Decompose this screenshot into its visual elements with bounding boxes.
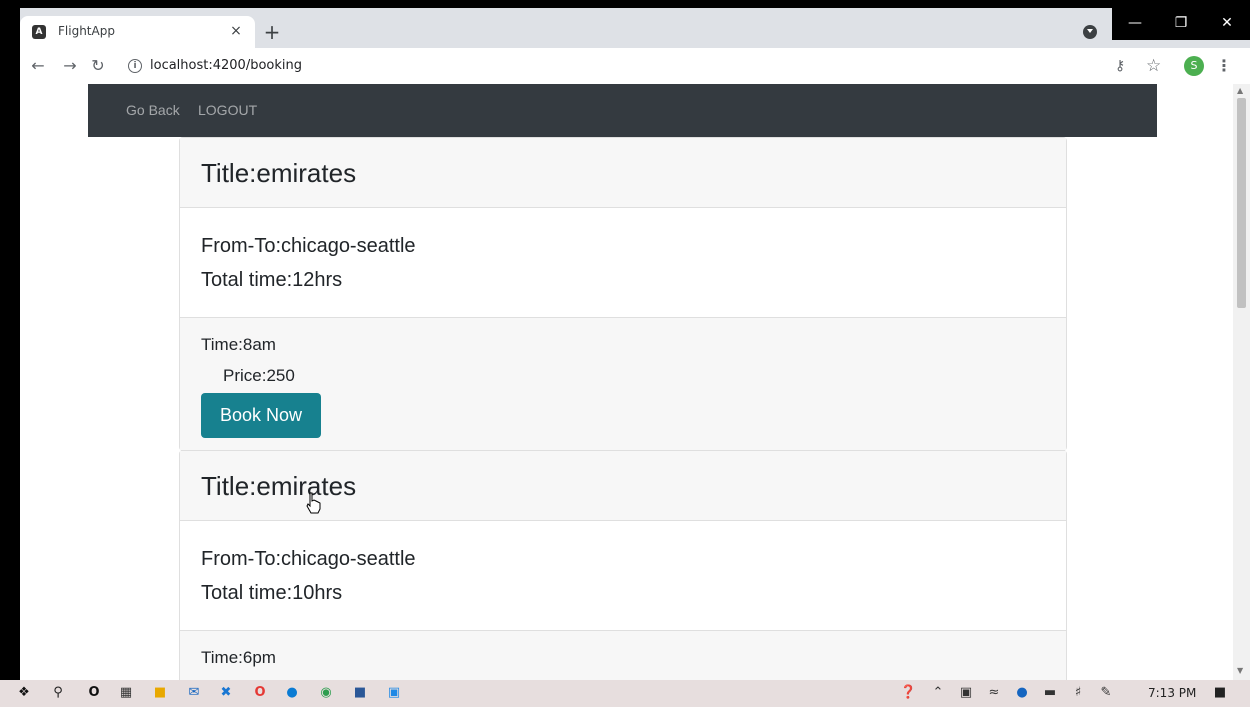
card-body: From-To:chicago-seattle Total time:10hrs	[180, 521, 1066, 631]
task-view-icon[interactable]: ▦	[118, 685, 134, 701]
back-arrow-icon[interactable]: ←	[26, 54, 50, 78]
window-controls: — ❐ ✕	[1112, 8, 1250, 40]
scroll-up-arrow-icon[interactable]: ▲	[1237, 86, 1243, 95]
app-icon[interactable]: ▣	[386, 685, 402, 701]
pen-icon[interactable]: ✎	[1098, 685, 1114, 701]
minimize-button[interactable]: —	[1112, 8, 1158, 40]
tab-strip: A FlightApp × + — ❐ ✕	[20, 8, 1250, 48]
teams-icon[interactable]: ▣	[958, 685, 974, 701]
flight-title: Title:emirates	[201, 471, 357, 501]
info-icon[interactable]: i	[128, 59, 142, 73]
angular-icon: A	[32, 25, 46, 39]
browser-window: A FlightApp × + — ❐ ✕ ← → ↻ i localhost:…	[20, 8, 1250, 680]
notifications-icon[interactable]: ■	[1212, 685, 1228, 701]
flight-title: Title:emirates	[201, 158, 357, 188]
page-scrollbar[interactable]: ▲ ▼	[1233, 84, 1250, 680]
forward-arrow-icon[interactable]: →	[58, 54, 82, 78]
file-explorer-icon[interactable]: ■	[152, 685, 168, 701]
flight-card: Title:emirates From-To:chicago-seattle T…	[179, 137, 1067, 451]
flight-card: Title:emirates From-To:chicago-seattle T…	[179, 450, 1067, 680]
taskbar-clock[interactable]: 7:13 PM	[1148, 686, 1196, 700]
card-footer: Time:6pm	[180, 631, 1066, 680]
search-icon[interactable]: ⚲	[50, 685, 66, 701]
new-tab-button[interactable]: +	[260, 21, 284, 45]
windows-start-icon[interactable]: ❖	[16, 685, 32, 701]
volume-muted-icon[interactable]: ♯	[1070, 685, 1086, 701]
flight-time: Time:6pm	[201, 648, 276, 667]
flight-time: Time:8am	[201, 335, 276, 354]
url-text[interactable]: localhost:4200/booking	[150, 58, 302, 73]
book-now-button[interactable]: Book Now	[201, 393, 321, 438]
tray-chevron-up-icon[interactable]: ⌃	[930, 685, 946, 701]
tab-title: FlightApp	[58, 24, 115, 38]
battery-icon[interactable]: ▬	[1042, 685, 1058, 701]
scroll-down-arrow-icon[interactable]: ▼	[1237, 666, 1243, 675]
close-tab-icon[interactable]: ×	[226, 21, 246, 41]
hand-cursor-icon	[306, 492, 321, 514]
mail-icon[interactable]: ✉	[186, 685, 202, 701]
logout-link[interactable]: LOGOUT	[198, 102, 257, 118]
edge-icon[interactable]: ●	[284, 685, 300, 701]
close-window-button[interactable]: ✕	[1204, 8, 1250, 40]
reload-icon[interactable]: ↻	[86, 54, 110, 78]
opera-icon[interactable]: O	[252, 685, 268, 701]
help-icon[interactable]: ❓	[900, 685, 916, 701]
page-viewport: Go Back LOGOUT Title:emirates From-To:ch…	[20, 84, 1233, 680]
flight-total-time: Total time:12hrs	[201, 269, 343, 291]
bookmark-star-icon[interactable]: ☆	[1146, 56, 1161, 76]
flight-total-time: Total time:10hrs	[201, 582, 343, 604]
vscode-icon[interactable]: ✖	[218, 685, 234, 701]
more-menu-icon[interactable]: ⋮	[1216, 56, 1232, 75]
key-icon[interactable]: ⚷	[1115, 58, 1125, 74]
browser-toolbar: ← → ↻ i localhost:4200/booking ⚷ ☆ S ⋮	[20, 48, 1250, 85]
chrome-icon[interactable]: ◉	[318, 685, 334, 701]
scroll-thumb[interactable]	[1237, 98, 1246, 308]
cortana-icon[interactable]: O	[86, 685, 102, 701]
app-navbar: Go Back LOGOUT	[88, 84, 1157, 137]
profile-avatar[interactable]: S	[1184, 56, 1204, 76]
restore-button[interactable]: ❐	[1158, 8, 1204, 40]
card-header: Title:emirates	[180, 138, 1066, 208]
windows-taskbar: ❖ ⚲ O ▦ ■ ✉ ✖ O ● ◉ ■ ▣ ❓ ⌃ ▣ ≈ ● ▬ ♯ ✎ …	[0, 680, 1250, 707]
flight-price: Price:250	[223, 366, 295, 385]
browser-tab[interactable]: A FlightApp ×	[20, 16, 255, 48]
flight-route: From-To:chicago-seattle	[201, 235, 416, 257]
address-bar[interactable]: i localhost:4200/booking	[120, 52, 1170, 80]
word-icon[interactable]: ■	[352, 685, 368, 701]
card-body: From-To:chicago-seattle Total time:12hrs	[180, 208, 1066, 318]
bluetooth-icon[interactable]: ●	[1014, 685, 1030, 701]
flight-route: From-To:chicago-seattle	[201, 548, 416, 570]
tab-search-icon[interactable]	[1083, 25, 1097, 39]
wifi-icon[interactable]: ≈	[986, 685, 1002, 701]
go-back-link[interactable]: Go Back	[126, 102, 180, 118]
card-footer: Time:8am Price:250 Book Now	[180, 318, 1066, 450]
